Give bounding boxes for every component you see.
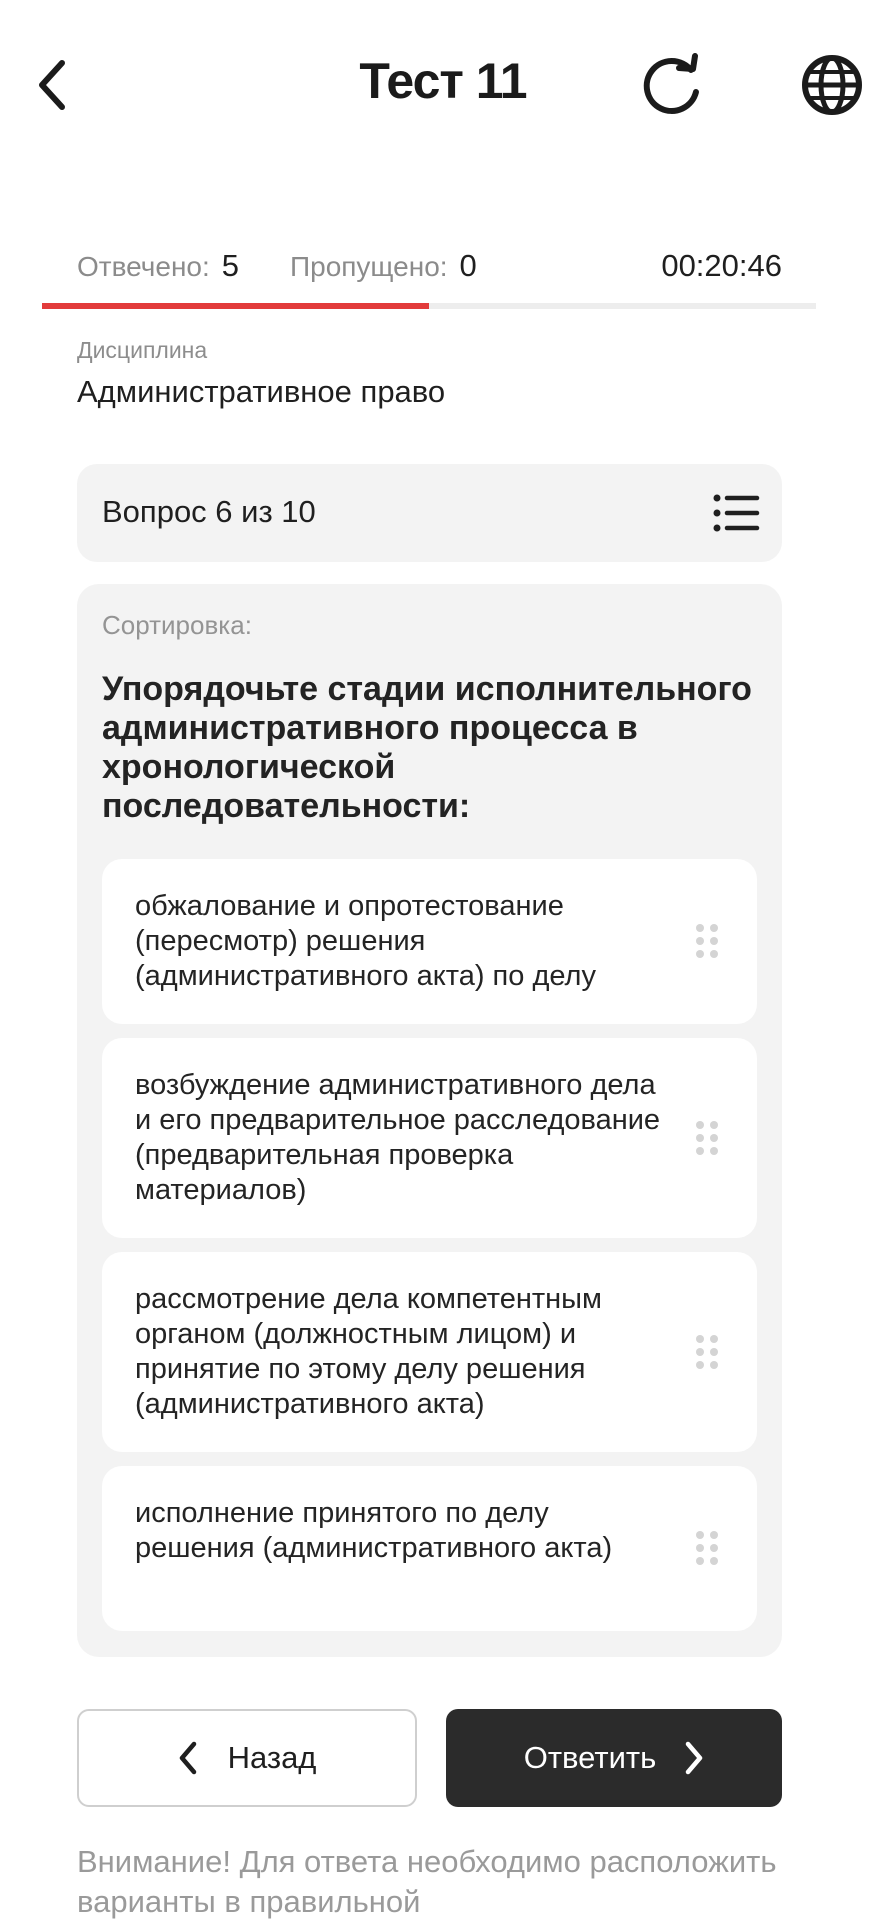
question-text: Упорядочьте стадии исполнительного админ…: [102, 670, 752, 825]
timer: 00:20:46: [661, 248, 782, 283]
answer-button-label: Ответить: [523, 1740, 657, 1775]
answered-stat: Отвечено: 5: [77, 248, 239, 284]
option-text: рассмотрение дела компетентным органом (…: [135, 1283, 602, 1420]
back-button[interactable]: Назад: [77, 1709, 417, 1807]
sort-option[interactable]: возбуждение административного дела и его…: [102, 1038, 757, 1238]
sort-option[interactable]: обжалование и опротестование (пересмотр)…: [102, 859, 757, 1024]
sort-option[interactable]: исполнение принятого по делу решения (ад…: [102, 1466, 757, 1631]
question-card: Сортировка: Упорядочьте стадии исполните…: [77, 584, 782, 1657]
page-title: Тест 11: [359, 53, 527, 109]
drag-handle-icon[interactable]: [695, 1334, 719, 1370]
progress-bar: [42, 303, 816, 309]
back-button-label: Назад: [227, 1740, 317, 1775]
drag-handle-icon[interactable]: [695, 923, 719, 959]
test-stats: Отвечено: 5 Пропущено: 0 00:20:46: [77, 248, 782, 298]
answered-label: Отвечено:: [77, 251, 210, 282]
progress-bar-fill: [42, 303, 429, 309]
language-button[interactable]: [790, 40, 874, 130]
drag-handle-icon[interactable]: [695, 1530, 719, 1566]
globe-icon: [802, 55, 862, 115]
skipped-count: 0: [459, 248, 477, 283]
question-counter: Вопрос 6 из 10: [102, 494, 316, 529]
discipline-label: Дисциплина: [77, 337, 208, 363]
question-type-label: Сортировка:: [102, 610, 252, 640]
skipped-label: Пропущено:: [290, 251, 448, 282]
list-icon: [713, 494, 760, 532]
discipline-value: Административное право: [77, 374, 446, 409]
test-screen: Тест 11 Отвечено: 5 Пропущено: 0 00:20:4…: [0, 0, 886, 1920]
chevron-right-icon: [684, 1741, 704, 1775]
answer-button[interactable]: Ответить: [446, 1709, 782, 1807]
drag-handle-icon[interactable]: [695, 1120, 719, 1156]
question-list-button[interactable]: [712, 490, 760, 536]
answer-notice: Внимание! Для ответа необходимо располож…: [77, 1844, 777, 1919]
option-text: обжалование и опротестование (пересмотр)…: [135, 890, 596, 992]
refresh-icon: [643, 53, 699, 114]
skipped-stat: Пропущено: 0: [290, 248, 477, 284]
question-header: Вопрос 6 из 10: [77, 464, 782, 562]
option-text: возбуждение административного дела и его…: [135, 1069, 661, 1206]
header: Тест 11: [0, 0, 886, 170]
refresh-button[interactable]: [632, 40, 712, 130]
answered-count: 5: [221, 248, 240, 283]
sort-option[interactable]: рассмотрение дела компетентным органом (…: [102, 1252, 757, 1452]
chevron-left-icon: [178, 1741, 198, 1775]
option-text: исполнение принятого по делу решения (ад…: [135, 1497, 613, 1564]
